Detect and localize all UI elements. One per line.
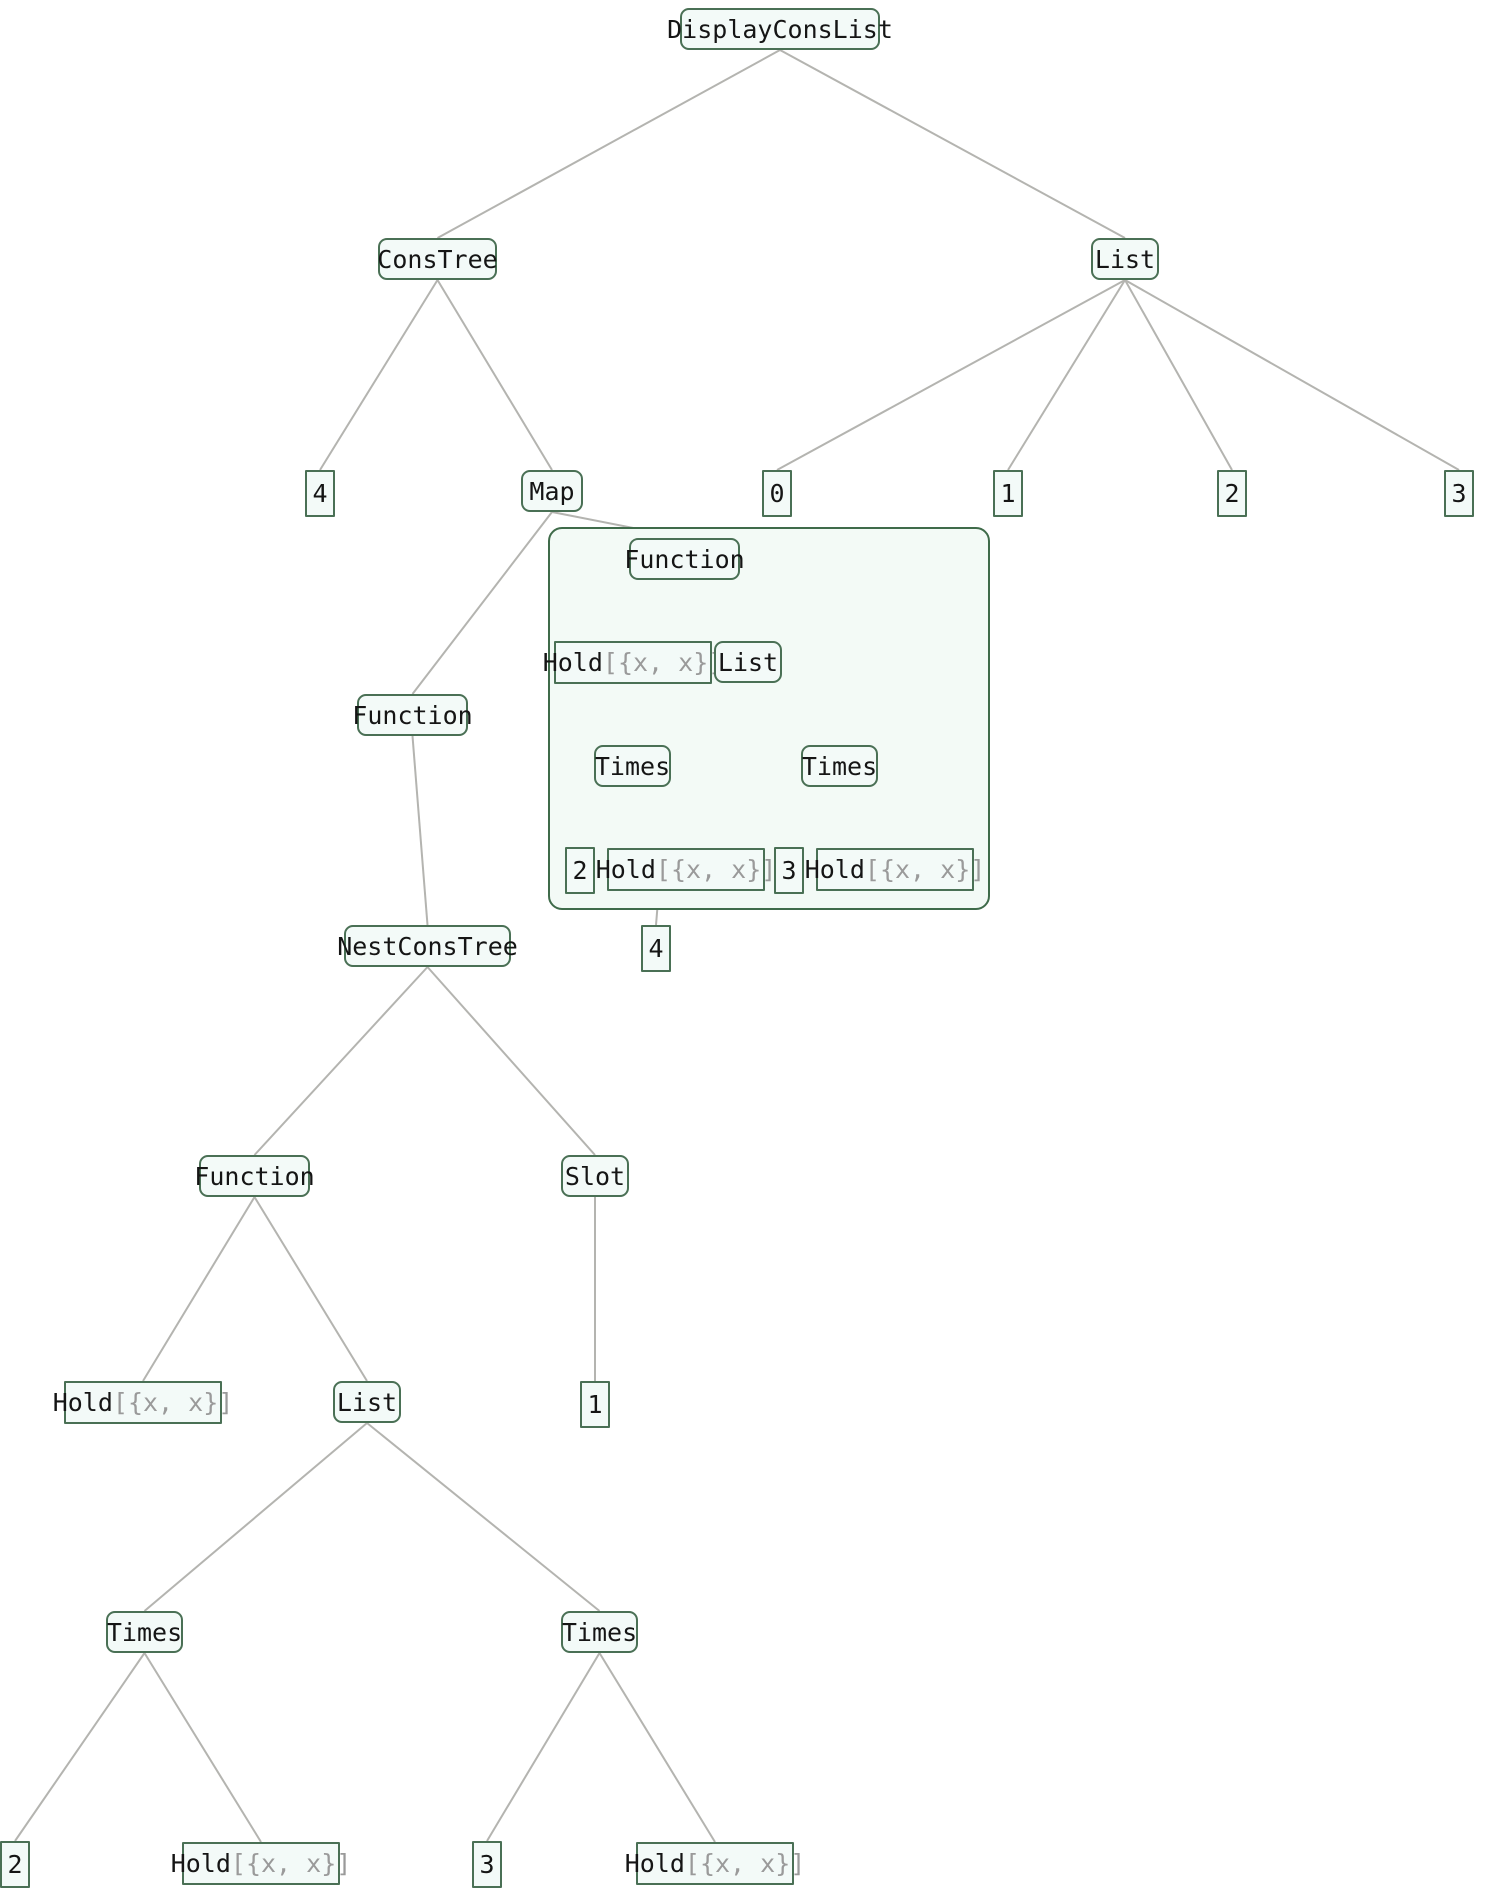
tree-node-label-suffix: [{x, x}] [602,648,724,677]
tree-node-list[interactable]: List [1091,238,1159,280]
tree-node-label: 3 [479,1850,495,1879]
tree-node-label: Times [594,751,671,781]
tree-node-2[interactable]: 2 [1217,470,1247,517]
tree-node-constree[interactable]: ConsTree [377,238,498,280]
tree-node-label: Function [624,544,745,574]
tree-node-times[interactable]: Times [106,1611,183,1653]
tree-node-function[interactable]: Function [194,1155,315,1197]
tree-node-times[interactable]: Times [594,745,671,787]
tree-edge [1007,279,1126,471]
tree-edge [426,966,596,1156]
tree-node-hold[interactable]: Hold [{x, x}] [625,1842,805,1885]
tree-edges-layer [14,49,1460,1843]
tree-node-label: 2 [572,856,588,885]
tree-node-list[interactable]: List [333,1381,401,1423]
tree-node-label: 2 [1224,479,1240,508]
tree-node-nestconstree[interactable]: NestConsTree [337,925,518,967]
tree-node-slot[interactable]: Slot [561,1155,629,1197]
tree-node-map[interactable]: Map [521,470,583,512]
tree-node-label: Times [561,1617,638,1647]
tree-node-label: NestConsTree [337,931,518,961]
tree-node-0[interactable]: 0 [762,470,792,517]
tree-edge [486,1652,601,1842]
tree-node-label: ConsTree [377,244,498,274]
tree-node-hold[interactable]: Hold [{x, x}] [543,641,723,684]
tree-edge [1124,279,1233,471]
tree-node-label: Function [194,1161,315,1191]
tree-node-function[interactable]: Function [624,538,745,580]
tree-node-1[interactable]: 1 [993,470,1023,517]
tree-node-label: Hold [170,1849,231,1878]
tree-node-label: Hold [542,648,603,677]
tree-node-label: 1 [587,1390,603,1419]
tree-edge [411,735,429,926]
tree-edge [143,1652,262,1843]
tree-edge [437,49,781,239]
tree-node-label: Hold [52,1388,113,1417]
tree-node-label: Function [352,700,473,730]
tree-edge [598,1652,716,1843]
tree-node-label: List [1094,244,1156,274]
tree-node-label: 0 [769,479,785,508]
tree-node-label: List [336,1387,398,1417]
tree-node-label-suffix: [{x, x}] [684,1849,806,1878]
tree-node-displayconslist[interactable]: DisplayConsList [667,8,893,50]
tree-edge [253,966,429,1156]
tree-node-label: List [717,647,779,677]
tree-node-label-suffix: [{x, x}] [112,1388,234,1417]
tree-node-label: Map [529,476,575,506]
tree-node-2[interactable]: 2 [565,847,595,894]
tree-node-label: DisplayConsList [667,14,893,44]
tree-edge [143,1422,368,1612]
tree-node-label-suffix: [{x, x}] [864,855,986,884]
tree-node-label: 3 [1451,479,1467,508]
tree-node-label-suffix: [{x, x}] [655,855,777,884]
tree-node-1[interactable]: 1 [580,1381,610,1428]
tree-node-label: Hold [624,1849,685,1878]
tree-node-label: 3 [781,856,797,885]
tree-edge [411,511,553,695]
tree-node-label: Times [106,1617,183,1647]
tree-node-hold[interactable]: Hold [{x, x}] [171,1842,351,1885]
tree-node-3[interactable]: 3 [774,847,804,894]
tree-node-hold[interactable]: Hold [{x, x}] [805,848,985,891]
tree-node-label: 4 [648,934,664,963]
tree-edge [1124,279,1460,471]
tree-node-label: Hold [804,855,865,884]
tree-edge [253,1196,368,1382]
tree-node-4[interactable]: 4 [641,925,671,972]
tree-node-times[interactable]: Times [561,1611,638,1653]
tree-edge [319,279,439,471]
tree-node-label: 4 [312,479,328,508]
tree-node-list[interactable]: List [714,641,782,683]
tree-node-hold[interactable]: Hold [{x, x}] [596,848,776,891]
tree-node-label: Times [801,751,878,781]
tree-node-label-suffix: [{x, x}] [230,1849,352,1878]
tree-edge [142,1196,256,1382]
tree-edge [14,1652,146,1842]
tree-node-label: Slot [564,1161,626,1191]
tree-node-label: 2 [7,1850,23,1879]
tree-node-3[interactable]: 3 [1444,470,1474,517]
tree-node-label: Hold [595,855,656,884]
tree-node-4[interactable]: 4 [305,470,335,517]
tree-diagram-canvas: DisplayConsList ConsTree List 4 Map 0 1 2 3 Funct… [0,0,1500,1900]
tree-node-label: 1 [1000,479,1016,508]
tree-edge [776,279,1126,471]
tree-node-2[interactable]: 2 [0,1841,30,1888]
tree-node-times[interactable]: Times [801,745,878,787]
tree-node-function[interactable]: Function [352,694,473,736]
tree-edge [779,49,1126,239]
tree-edge [436,279,553,471]
tree-edge [366,1422,601,1612]
tree-node-hold[interactable]: Hold [{x, x}] [53,1381,233,1424]
tree-node-3[interactable]: 3 [472,1841,502,1888]
